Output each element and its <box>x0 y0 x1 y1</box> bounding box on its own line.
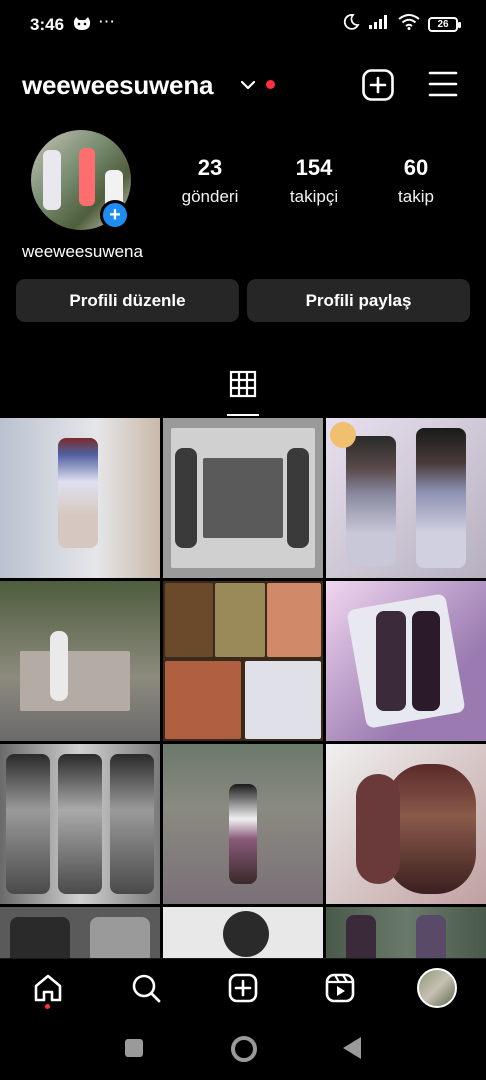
create-icon[interactable] <box>228 973 258 1008</box>
post-grid <box>0 418 486 958</box>
wifi-icon <box>398 14 420 35</box>
active-tab-indicator <box>227 414 259 416</box>
posts-label: gönderi <box>181 187 239 206</box>
signal-icon <box>368 14 390 35</box>
followers-stat[interactable]: 154 takipçi <box>269 155 359 207</box>
followers-label: takipçi <box>289 187 339 206</box>
post-thumbnail[interactable] <box>0 418 160 578</box>
posts-count: 23 <box>197 155 223 180</box>
username-switcher[interactable]: weeweesuwena <box>22 70 213 101</box>
followers-count: 154 <box>295 155 333 180</box>
cat-notification-icon <box>72 16 92 37</box>
reels-icon[interactable] <box>325 973 355 1008</box>
following-label: takip <box>398 187 434 206</box>
battery-level: 26 <box>437 19 449 30</box>
home-icon[interactable] <box>33 973 63 1008</box>
create-post-icon[interactable] <box>361 68 395 107</box>
post-thumbnail[interactable] <box>163 907 323 958</box>
profile-header: weeweesuwena <box>0 60 486 110</box>
following-count: 60 <box>403 155 429 180</box>
system-navigation <box>0 1020 486 1080</box>
post-thumbnail[interactable] <box>326 744 486 904</box>
post-thumbnail[interactable] <box>326 418 486 578</box>
post-thumbnail[interactable] <box>0 907 160 958</box>
post-thumbnail[interactable] <box>326 581 486 741</box>
search-icon[interactable] <box>131 973 161 1008</box>
more-notifications-icon: ⋯ <box>98 12 116 31</box>
edit-profile-button[interactable]: Profili düzenle <box>16 279 239 322</box>
chevron-down-icon[interactable] <box>240 78 256 96</box>
display-name: weeweesuwena <box>22 242 143 261</box>
home-notification-dot <box>45 1004 50 1009</box>
battery-indicator: 26 <box>428 17 461 32</box>
bottom-navigation <box>0 958 486 1021</box>
notification-dot <box>266 80 275 89</box>
post-thumbnail[interactable] <box>0 744 160 904</box>
post-thumbnail[interactable] <box>326 907 486 958</box>
menu-icon[interactable] <box>428 70 458 103</box>
profile-tab-avatar[interactable] <box>417 968 457 1008</box>
post-thumbnail[interactable] <box>163 744 323 904</box>
moon-icon <box>342 13 360 36</box>
back-button[interactable] <box>343 1037 361 1059</box>
share-profile-button[interactable]: Profili paylaş <box>247 279 470 322</box>
recents-button[interactable] <box>125 1039 143 1057</box>
grid-icon[interactable] <box>229 370 257 403</box>
add-story-icon[interactable]: + <box>100 200 130 230</box>
clock: 3:46 <box>30 15 65 34</box>
following-stat[interactable]: 60 takip <box>371 155 461 207</box>
home-button[interactable] <box>231 1036 257 1062</box>
post-thumbnail[interactable] <box>163 418 323 578</box>
posts-stat[interactable]: 23 gönderi <box>165 155 255 207</box>
post-thumbnail[interactable] <box>0 581 160 741</box>
content-tabs <box>0 360 486 418</box>
status-bar: 3:46 ⋯ 26 <box>0 0 486 52</box>
post-thumbnail[interactable] <box>163 581 323 741</box>
